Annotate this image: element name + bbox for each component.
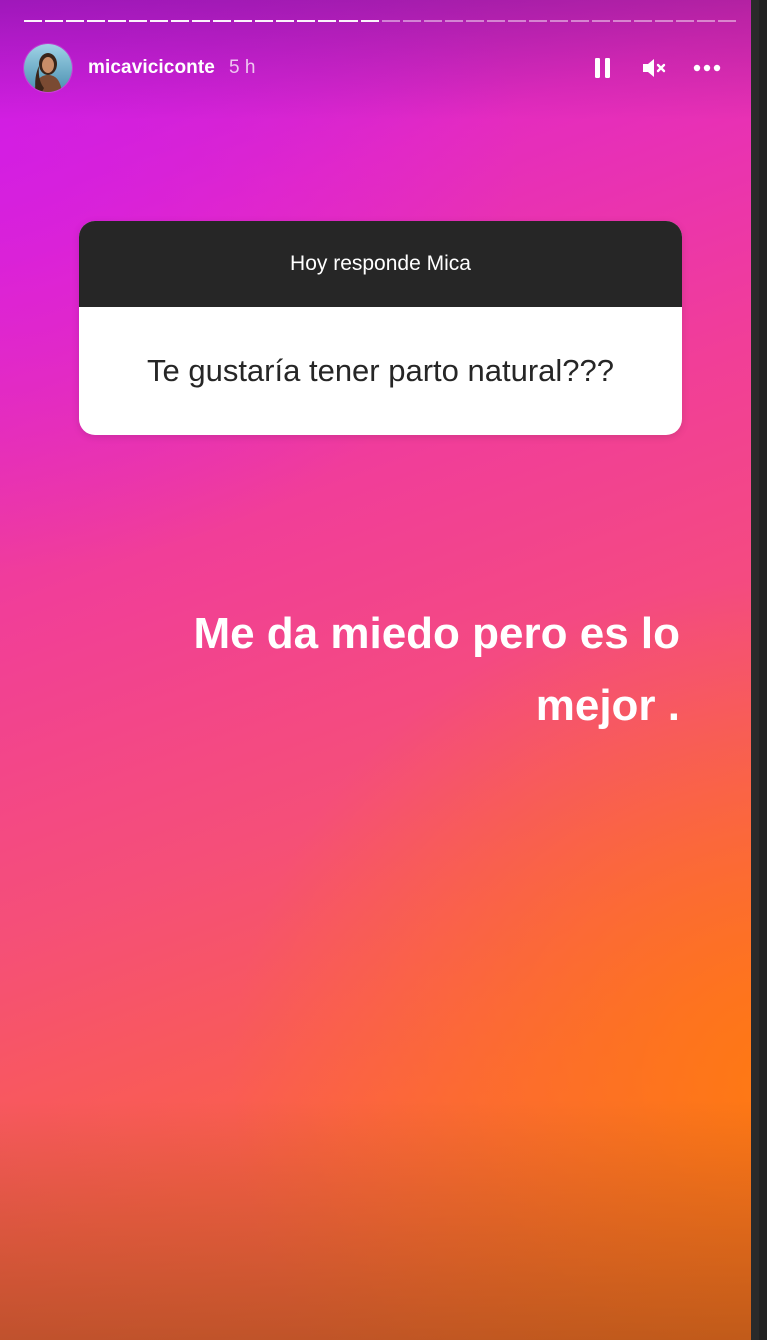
progress-segment xyxy=(486,20,505,22)
progress-segment xyxy=(192,20,211,22)
progress-segment xyxy=(234,20,253,22)
story-controls xyxy=(588,53,722,83)
progress-segment xyxy=(465,20,484,22)
progress-segment xyxy=(66,20,85,22)
progress-segment xyxy=(45,20,64,22)
progress-segment xyxy=(213,20,232,22)
progress-segment xyxy=(171,20,190,22)
answer-line-1: Me da miedo pero es lo xyxy=(193,609,680,658)
progress-segment xyxy=(339,20,358,22)
answer-text: Me da miedo pero es lo mejor . xyxy=(80,598,680,742)
progress-segment xyxy=(591,20,610,22)
progress-segment xyxy=(549,20,568,22)
progress-segment xyxy=(150,20,169,22)
question-sticker-title: Hoy responde Mica xyxy=(79,221,682,307)
progress-segment xyxy=(444,20,463,22)
story-header: micaviciconte 5 h xyxy=(24,43,736,93)
progress-segment xyxy=(675,20,694,22)
progress-segment xyxy=(360,20,379,22)
username[interactable]: micaviciconte xyxy=(88,57,215,79)
progress-segment xyxy=(697,20,716,22)
progress-segment xyxy=(570,20,589,22)
progress-segment xyxy=(718,20,737,22)
progress-segment xyxy=(108,20,127,22)
progress-segment xyxy=(528,20,547,22)
progress-segment xyxy=(24,20,43,22)
progress-segment xyxy=(633,20,652,22)
more-options-icon[interactable] xyxy=(692,53,722,83)
progress-segment xyxy=(654,20,673,22)
pause-icon[interactable] xyxy=(588,53,618,83)
bottom-shade xyxy=(0,1100,759,1340)
progress-segment xyxy=(402,20,421,22)
progress-segment xyxy=(612,20,631,22)
story-viewer[interactable]: micaviciconte 5 h Hoy responde Mica Te g… xyxy=(0,0,759,1340)
story-progress-bar xyxy=(24,20,737,23)
progress-segment xyxy=(129,20,148,22)
post-time: 5 h xyxy=(228,57,256,78)
question-sticker-question: Te gustaría tener parto natural??? xyxy=(146,353,615,388)
question-sticker[interactable]: Hoy responde Mica Te gustaría tener part… xyxy=(79,221,682,435)
progress-segment xyxy=(297,20,316,22)
answer-line-2: mejor . xyxy=(535,681,680,730)
window-edge xyxy=(751,0,759,1340)
progress-segment xyxy=(318,20,337,22)
avatar[interactable] xyxy=(24,44,72,92)
progress-segment xyxy=(507,20,526,22)
progress-segment xyxy=(276,20,295,22)
mute-icon[interactable] xyxy=(640,53,670,83)
progress-segment xyxy=(381,20,400,22)
progress-segment xyxy=(255,20,274,22)
progress-segment xyxy=(87,20,106,22)
progress-segment xyxy=(423,20,442,22)
